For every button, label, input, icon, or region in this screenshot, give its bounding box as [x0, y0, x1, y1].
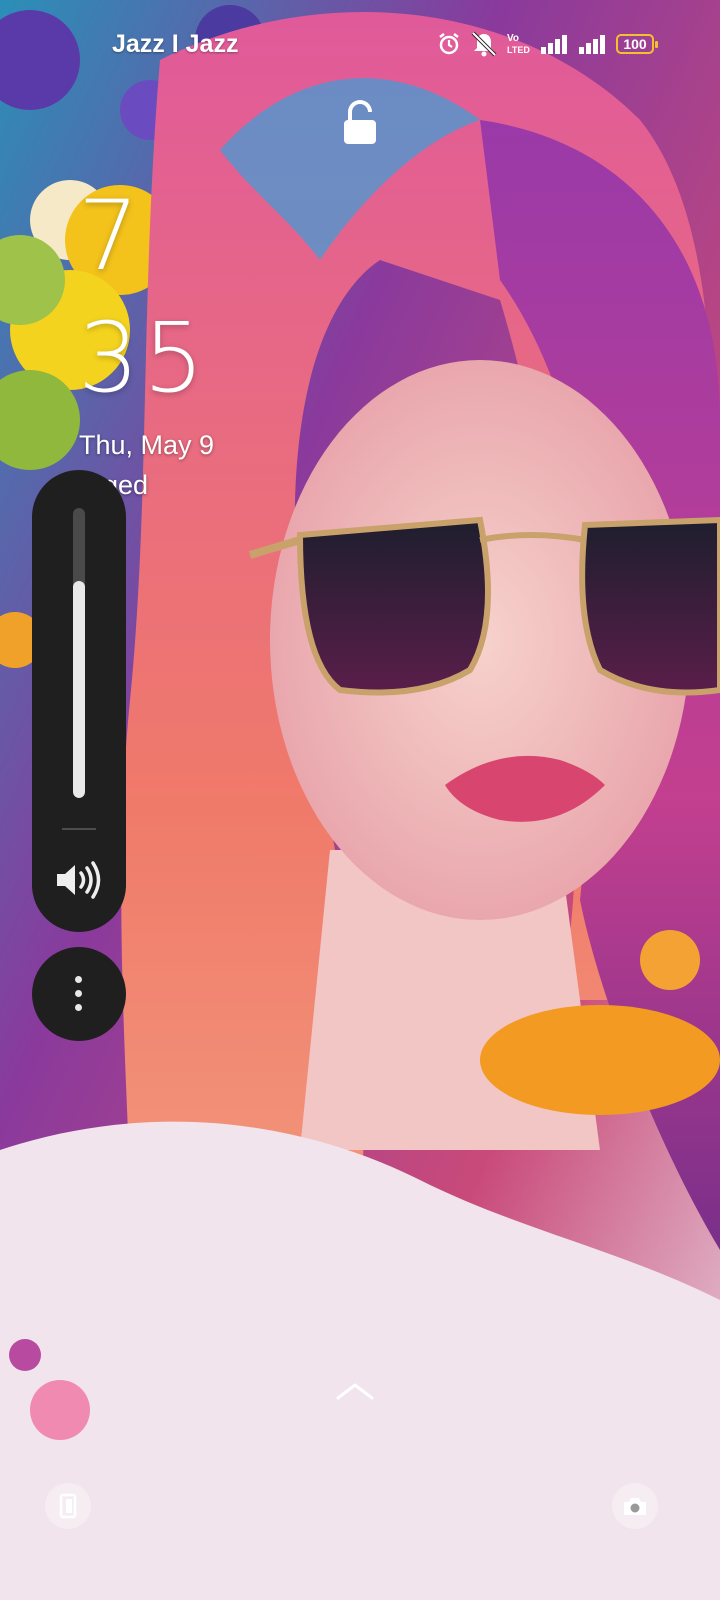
phone-icon: [59, 1493, 77, 1519]
volume-panel[interactable]: [32, 470, 126, 932]
signal-sim2-icon: [579, 35, 605, 54]
camera-icon: [624, 1498, 646, 1515]
phone-shortcut-button[interactable]: [45, 1483, 91, 1529]
more-vertical-icon-dot-1: [75, 976, 82, 983]
volume-slider-fill: [73, 580, 85, 798]
clock-hour: 7: [78, 180, 144, 292]
battery-icon: 100: [616, 34, 658, 54]
speaker-icon[interactable]: [55, 860, 103, 900]
more-vertical-icon-dot-3: [75, 1004, 82, 1011]
chevron-up-icon: [336, 1383, 374, 1400]
battery-level: 100: [623, 36, 647, 52]
more-vertical-icon-dot-2: [75, 990, 82, 997]
volte-bottom-label: LTED: [507, 45, 530, 55]
volte-top-label: Vo: [507, 33, 519, 44]
volume-divider: [62, 828, 96, 830]
alarm-icon: [439, 33, 459, 55]
volte-icon: Vo LTED: [507, 33, 530, 55]
unlocked-padlock-icon: [344, 100, 376, 144]
volume-slider[interactable]: [73, 508, 85, 798]
notifications-off-icon: [471, 31, 497, 57]
carrier-name: Jazz I Jazz: [112, 30, 239, 58]
lockscreen-date: Thu, May 9: [79, 430, 215, 460]
volume-more-button[interactable]: [32, 947, 126, 1041]
status-icons: Vo LTED 100: [436, 31, 658, 57]
camera-shortcut-button[interactable]: [612, 1483, 658, 1529]
signal-sim1-icon: [541, 35, 567, 54]
status-bar: Jazz I Jazz Vo LTED 100: [0, 0, 720, 90]
clock-minute: 35: [78, 302, 209, 414]
